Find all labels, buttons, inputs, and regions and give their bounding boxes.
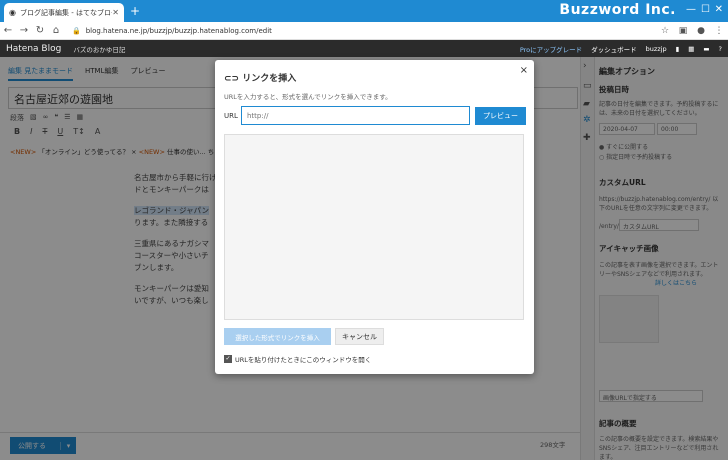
hatena-toolbar: Hatena Blog バズのおかゆ日記 Proにアップグレード ダッシュボード… xyxy=(0,40,728,57)
pro-upgrade-link[interactable]: Proにアップグレード xyxy=(520,44,582,54)
dashboard-link[interactable]: ダッシュボード xyxy=(591,44,637,54)
lock-icon: 🔒 xyxy=(72,26,81,35)
checkmark-icon[interactable]: ✓ xyxy=(224,355,232,363)
tab-title: ブログ記事編集 - はてなブログ xyxy=(19,8,113,17)
minimize-icon[interactable]: — xyxy=(686,4,696,15)
preview-button[interactable]: プレビュー xyxy=(475,107,526,125)
address-bar: ← → ↻ ⌂ 🔒 blog.hatena.ne.jp/buzzjp/buzzj… xyxy=(0,22,728,40)
cancel-button[interactable]: キャンセル xyxy=(335,328,384,345)
open-on-paste-checkbox[interactable]: ✓ URLを貼り付けたときにこのウィンドウを開く xyxy=(224,354,371,364)
link-preview-area xyxy=(224,134,524,320)
preview-scrollbar[interactable] xyxy=(516,137,520,317)
new-tab-icon[interactable]: + xyxy=(130,4,140,18)
home-icon[interactable]: ⌂ xyxy=(48,25,64,36)
link-icon: ⊂⊃ xyxy=(224,74,240,84)
forward-icon[interactable]: → xyxy=(16,25,32,36)
url-field[interactable]: 🔒 blog.hatena.ne.jp/buzzjp/buzzjp.hatena… xyxy=(72,27,656,35)
bookmark-icon[interactable]: ▮ xyxy=(676,45,680,53)
url-text: blog.hatena.ne.jp/buzzjp/buzzjp.hatenabl… xyxy=(85,26,272,35)
apps-icon[interactable]: ▦ xyxy=(688,45,694,53)
notification-icon[interactable]: ▬ xyxy=(703,45,709,53)
insert-link-dialog: ⊂⊃ リンクを挿入 × URLを入力すると、形式を選んでリンクを挿入できます。 … xyxy=(215,60,534,374)
user-menu[interactable]: buzzjp xyxy=(646,45,667,53)
url-label: URL xyxy=(224,112,238,120)
reload-icon[interactable]: ↻ xyxy=(32,25,48,36)
back-icon[interactable]: ← xyxy=(0,25,16,36)
dialog-title: ⊂⊃ リンクを挿入 xyxy=(224,71,296,84)
url-input[interactable] xyxy=(241,106,470,125)
close-tab-icon[interactable]: ✕ xyxy=(112,8,119,17)
checkbox-label: URLを貼り付けたときにこのウィンドウを開く xyxy=(235,356,372,364)
extension-icon[interactable]: ▣ xyxy=(674,26,692,36)
hatena-logo[interactable]: Hatena Blog xyxy=(6,44,61,54)
blog-name[interactable]: バズのおかゆ日記 xyxy=(73,44,125,54)
close-window-icon[interactable]: ✕ xyxy=(715,4,723,15)
watermark-brand: Buzzword Inc. xyxy=(559,2,676,18)
close-icon[interactable]: × xyxy=(520,65,528,76)
insert-link-button[interactable]: 選択した形式でリンクを挿入 xyxy=(224,328,331,345)
maximize-icon[interactable]: ☐ xyxy=(701,4,710,15)
menu-icon[interactable]: ⋮ xyxy=(710,26,728,36)
account-icon[interactable]: ● xyxy=(692,26,710,36)
dialog-title-text: リンクを挿入 xyxy=(242,74,297,84)
site-favicon-icon: ◉ xyxy=(9,8,16,17)
star-icon[interactable]: ☆ xyxy=(656,26,674,36)
dialog-description: URLを入力すると、形式を選んでリンクを挿入できます。 xyxy=(224,93,392,101)
browser-tab[interactable]: ◉ ブログ記事編集 - はてなブログ ✕ xyxy=(4,3,124,22)
help-icon[interactable]: ? xyxy=(719,45,722,53)
